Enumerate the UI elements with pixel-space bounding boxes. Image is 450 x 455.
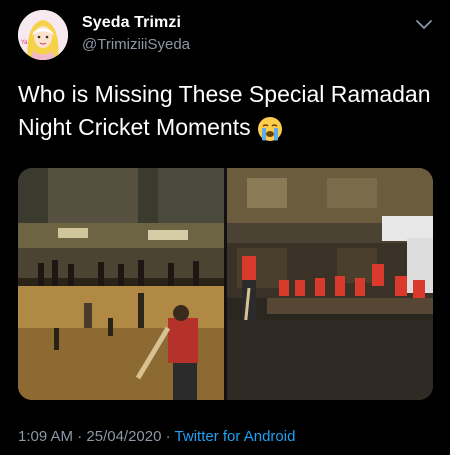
tweet-time[interactable]: 1:09 AM [18, 428, 73, 445]
chevron-down-icon[interactable] [414, 14, 434, 34]
tweet-date[interactable]: 25/04/2020 [86, 428, 161, 445]
svg-text:Ya: Ya [20, 39, 28, 46]
street-cricket-photo-2[interactable] [227, 168, 433, 400]
meta-separator: · [73, 428, 87, 445]
media-grid[interactable] [18, 168, 433, 400]
meta-separator: · [161, 428, 175, 445]
avatar[interactable]: Ya [18, 10, 68, 60]
user-handle[interactable]: @TrimiziiiSyeda [82, 36, 190, 53]
loudly-crying-face-emoji-icon [257, 116, 282, 141]
tweet-body: Who is Missing These Special Ramadan Nig… [18, 81, 431, 140]
tweet-text: Who is Missing These Special Ramadan Nig… [18, 78, 438, 144]
tweet-header: Ya Syeda Trimzi @TrimiziiiSyeda [0, 0, 450, 70]
tweet-meta: 1:09 AM · 25/04/2020 · Twitter for Andro… [18, 428, 295, 445]
tweet-source-link[interactable]: Twitter for Android [175, 428, 296, 445]
street-cricket-photo-1[interactable] [18, 168, 224, 400]
display-name[interactable]: Syeda Trimzi [82, 14, 181, 32]
avatar-illustration: Ya [18, 10, 68, 60]
